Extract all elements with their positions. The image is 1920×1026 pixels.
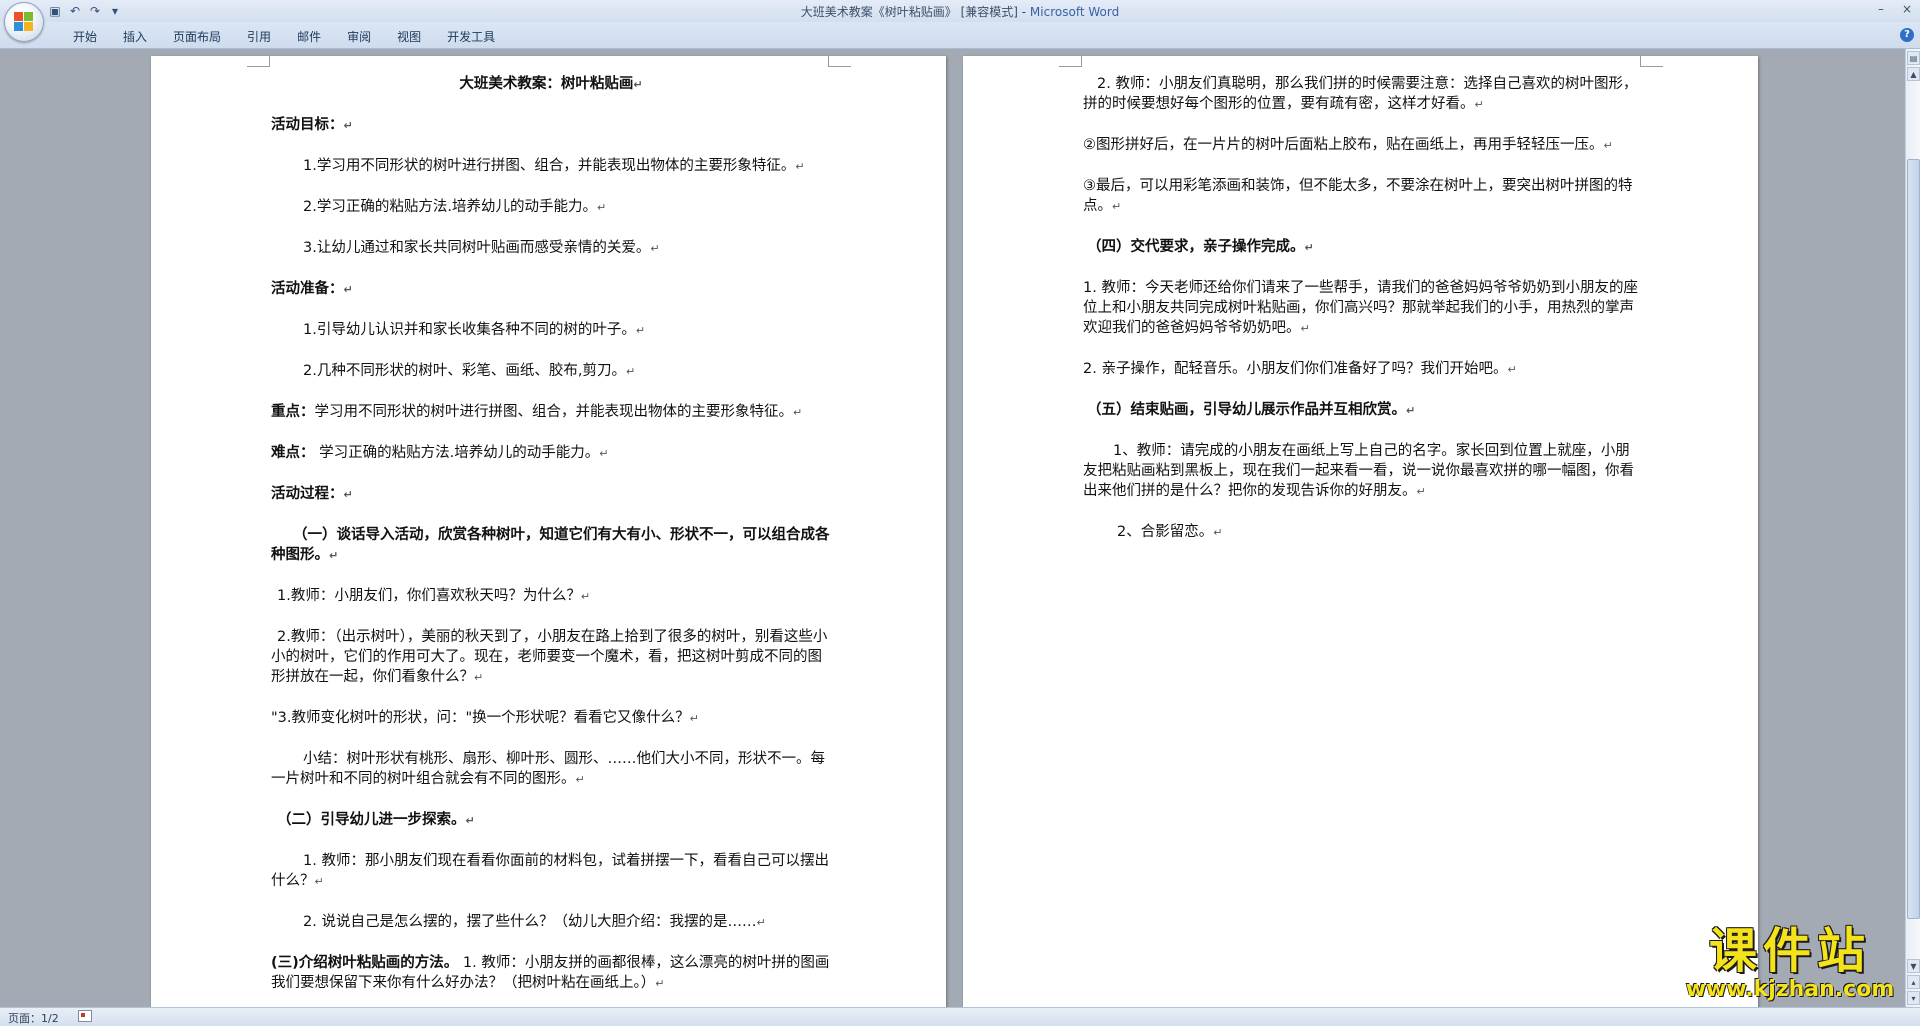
- margin-corner-mark: [1640, 56, 1663, 67]
- margin-corner-mark: [247, 56, 270, 67]
- watermark-logo: 课件站 www.kjzhan.com: [1670, 925, 1910, 1003]
- section-item: 2. 亲子操作，配轻音乐。小朋友们你们准备好了吗？我们开始吧。↵: [1083, 361, 1517, 377]
- section-heading: （二）引导幼儿进一步探索。↵: [277, 812, 475, 828]
- section-item: "3.教师变化树叶的形状，问："换一个形状呢？看看它又像什么？↵: [271, 710, 699, 726]
- proofing-icon[interactable]: [78, 1010, 92, 1022]
- scroll-up-icon[interactable]: ▲: [1907, 67, 1920, 81]
- section-heading: （一）谈话导入活动，欣赏各种树叶，知道它们有大有小、形状不一，可以组合成各种图形…: [271, 527, 830, 563]
- tab-insert[interactable]: 插入: [110, 28, 160, 45]
- goal-item: 2.学习正确的粘贴方法.培养幼儿的动手能力。↵: [303, 199, 607, 215]
- title-bar: ▣ ↶ ↷ ▾ 大班美术教案《树叶粘贴画》 [兼容模式] - Microsoft…: [0, 0, 1920, 42]
- document-area[interactable]: 大班美术教案：树叶粘贴画↵ 活动目标：↵ 1.学习用不同形状的树叶进行拼图、组合…: [0, 49, 1905, 1007]
- margin-corner-mark: [828, 56, 851, 67]
- key-point: 重点：学习用不同形状的树叶进行拼图、组合，并能表现出物体的主要形象特征。↵: [271, 404, 803, 420]
- ribbon-tabs: 开始 插入 页面布局 引用 邮件 审阅 视图 开发工具 ?: [0, 22, 1920, 49]
- watermark-title: 课件站: [1708, 923, 1871, 979]
- page-1[interactable]: 大班美术教案：树叶粘贴画↵ 活动目标：↵ 1.学习用不同形状的树叶进行拼图、组合…: [151, 56, 946, 1007]
- ruler-toggle-icon[interactable]: ▤: [1907, 51, 1920, 65]
- prep-item: 2.几种不同形状的树叶、彩笔、画纸、胶布,剪刀。↵: [303, 363, 636, 379]
- minimize-button[interactable]: –: [1868, 0, 1894, 20]
- scroll-thumb[interactable]: [1907, 159, 1920, 919]
- difficulty-point: 难点： 学习正确的粘贴方法.培养幼儿的动手能力。↵: [271, 445, 609, 461]
- section-heading: （四）交代要求，亲子操作完成。↵: [1087, 239, 1314, 255]
- tab-mailings[interactable]: 邮件: [284, 28, 334, 45]
- section-item: 1.教师：小朋友们，你们喜欢秋天吗？为什么？↵: [277, 588, 591, 604]
- section-item: 1. 教师：今天老师还给你们请来了一些帮手，请我们的爸爸妈妈爷爷奶奶到小朋友的座…: [1083, 280, 1638, 336]
- window-controls: – ×: [1868, 0, 1920, 20]
- section-item: (三)介绍树叶粘贴画的方法。 1. 教师：小朋友拼的画都很棒，这么漂亮的树叶拼的…: [271, 955, 830, 991]
- section-item: ②图形拼好后，在一片片的树叶后面粘上胶布，贴在画纸上，再用手轻轻压一压。↵: [1083, 137, 1613, 153]
- prep-item: 1.引导幼儿认识并和家长收集各种不同的树的叶子。↵: [303, 322, 646, 338]
- section-item: 2.教师：（出示树叶），美丽的秋天到了，小朋友在路上拾到了很多的树叶，别看这些小…: [271, 629, 828, 685]
- section-heading: （五）结束贴画，引导幼儿展示作品并互相欣赏。↵: [1087, 402, 1416, 418]
- section-item: 2. 教师：小朋友们真聪明，那么我们拼的时候需要注意：选择自己喜欢的树叶图形，拼…: [1083, 76, 1638, 112]
- office-logo-icon: [14, 12, 34, 32]
- section-item: 1. 教师：那小朋友们现在看看你面前的材料包，试着拼摆一下，看看自己可以摆出什么…: [271, 853, 829, 889]
- close-button[interactable]: ×: [1894, 0, 1920, 20]
- tab-references[interactable]: 引用: [234, 28, 284, 45]
- process-heading: 活动过程：↵: [271, 486, 353, 502]
- help-icon[interactable]: ?: [1900, 28, 1914, 42]
- page-indicator[interactable]: 页面：1/2: [8, 1010, 59, 1026]
- tab-page-layout[interactable]: 页面布局: [160, 28, 234, 45]
- page-1-content[interactable]: 大班美术教案：树叶粘贴画↵ 活动目标：↵ 1.学习用不同形状的树叶进行拼图、组合…: [271, 74, 831, 1007]
- goal-item: 3.让幼儿通过和家长共同树叶贴画而感受亲情的关爱。↵: [303, 240, 660, 256]
- document-title: 大班美术教案《树叶粘贴画》 [兼容模式] -: [800, 5, 1030, 19]
- section-item: ③最后，可以用彩笔添画和装饰，但不能太多，不要涂在树叶上，要突出树叶拼图的特点。…: [1083, 178, 1633, 214]
- section-item: 1、教师：请完成的小朋友在画纸上写上自己的名字。家长回到位置上就座，小朋友把粘贴…: [1083, 443, 1634, 499]
- margin-corner-mark: [1059, 56, 1082, 67]
- section-item: 2、合影留恋。↵: [1117, 524, 1223, 540]
- prep-heading: 活动准备：↵: [271, 281, 353, 297]
- tab-view[interactable]: 视图: [384, 28, 434, 45]
- status-bar: 页面：1/2: [0, 1007, 1920, 1026]
- document-title-heading: 大班美术教案：树叶粘贴画↵: [459, 76, 643, 92]
- page-2-content[interactable]: 2. 教师：小朋友们真聪明，那么我们拼的时候需要注意：选择自己喜欢的树叶图形，拼…: [1083, 74, 1643, 563]
- vertical-scrollbar[interactable]: ▤ ▲ ▼ ▴ ▾: [1905, 49, 1920, 1007]
- app-name: Microsoft Word: [1029, 5, 1120, 19]
- tab-review[interactable]: 审阅: [334, 28, 384, 45]
- page-2[interactable]: 2. 教师：小朋友们真聪明，那么我们拼的时候需要注意：选择自己喜欢的树叶图形，拼…: [963, 56, 1758, 1007]
- office-button[interactable]: [4, 2, 44, 42]
- watermark-url: www.kjzhan.com: [1685, 977, 1895, 1002]
- goal-item: 1.学习用不同形状的树叶进行拼图、组合，并能表现出物体的主要形象特征。↵: [303, 158, 805, 174]
- window-title: 大班美术教案《树叶粘贴画》 [兼容模式] - Microsoft Word: [0, 3, 1920, 20]
- section-item: 2. 说说自己是怎么摆的，摆了些什么？（幼儿大胆介绍：我摆的是……↵: [303, 914, 766, 930]
- goal-heading: 活动目标：↵: [271, 117, 353, 133]
- tab-developer[interactable]: 开发工具: [434, 28, 508, 45]
- tab-home[interactable]: 开始: [60, 28, 110, 45]
- section-summary: 小结：树叶形状有桃形、扇形、柳叶形、圆形、……他们大小不同，形状不一。每一片树叶…: [271, 751, 825, 787]
